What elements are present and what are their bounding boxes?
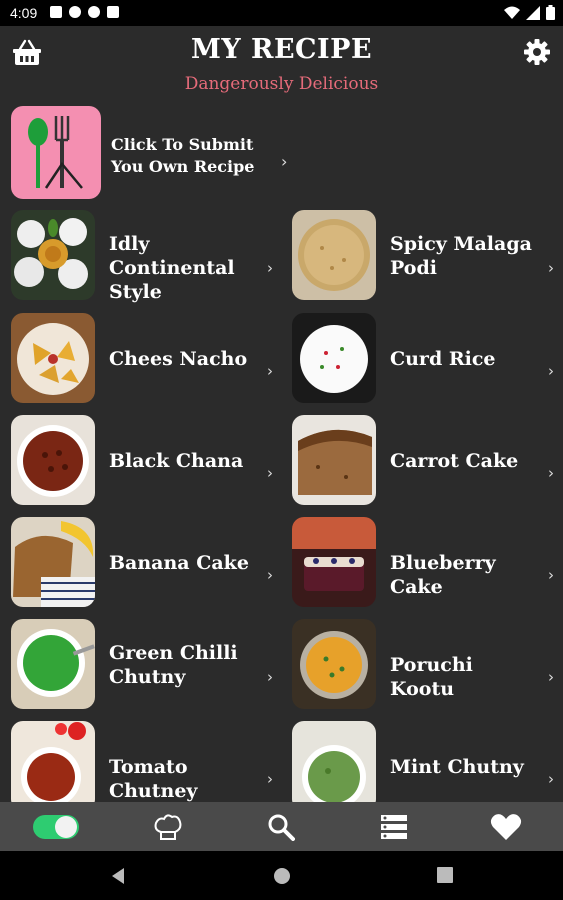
chevron-right-icon: › bbox=[548, 464, 554, 482]
status-bar: 4:09 bbox=[0, 0, 563, 26]
notification-icon bbox=[88, 6, 100, 18]
submit-recipe-button[interactable]: Click To Submit You Own Recipe › bbox=[11, 106, 291, 200]
chevron-right-icon: › bbox=[548, 259, 554, 277]
chevron-right-icon: › bbox=[267, 362, 273, 380]
chevron-right-icon: › bbox=[267, 566, 273, 584]
recipe-label: Mint Chutny bbox=[390, 756, 524, 778]
recipe-image-black-chana bbox=[11, 415, 95, 505]
recipe-label: Carrot Cake bbox=[390, 450, 519, 472]
recipe-label: Blueberry Cake bbox=[390, 552, 496, 598]
recipe-image-blueberry-cake bbox=[292, 517, 376, 607]
recipe-card-malaga-podi[interactable]: Spicy Malaga Podi › bbox=[292, 210, 562, 302]
recipe-image-mint-chutny bbox=[292, 721, 376, 802]
chevron-right-icon: › bbox=[267, 259, 273, 277]
chevron-right-icon: › bbox=[267, 770, 273, 788]
recipe-image-idly bbox=[11, 210, 95, 300]
recipe-card-carrot-cake[interactable]: Carrot Cake › bbox=[292, 415, 562, 507]
signal-icon bbox=[526, 5, 540, 20]
recents-icon[interactable] bbox=[437, 867, 453, 883]
nav-chef[interactable] bbox=[148, 810, 188, 844]
recipe-image-poruchi-kootu bbox=[292, 619, 376, 709]
chevron-right-icon: › bbox=[267, 464, 273, 482]
chevron-right-icon: › bbox=[548, 566, 554, 584]
recipe-card-mint-chutny[interactable]: Mint Chutny › bbox=[292, 721, 562, 802]
app-header: MY RECIPE Dangerously Delicious bbox=[0, 26, 563, 101]
search-icon[interactable] bbox=[267, 813, 295, 841]
recipe-image-curd-rice bbox=[292, 313, 376, 403]
page-title: MY RECIPE bbox=[190, 34, 373, 65]
recipe-card-idly[interactable]: Idly Continental Style › bbox=[11, 210, 281, 303]
recipe-card-black-chana[interactable]: Black Chana › bbox=[11, 415, 281, 507]
nav-list[interactable] bbox=[374, 810, 414, 844]
recipe-image-carrot-cake bbox=[292, 415, 376, 505]
gear-icon[interactable] bbox=[523, 38, 551, 66]
recipe-label: Curd Rice bbox=[390, 348, 496, 370]
recipe-label: Green Chilli Chutny bbox=[109, 642, 238, 688]
recipe-image-malaga-podi bbox=[292, 210, 376, 300]
list-icon[interactable] bbox=[380, 813, 408, 841]
notification-icon bbox=[69, 6, 81, 18]
wifi-icon bbox=[504, 6, 520, 19]
heart-icon[interactable] bbox=[490, 813, 522, 841]
sd-card-icon bbox=[107, 6, 119, 18]
recipe-card-blueberry-cake[interactable]: Blueberry Cake › bbox=[292, 517, 562, 609]
recipe-label: Spicy Malaga Podi bbox=[390, 233, 532, 279]
recipe-label: Idly Continental Style bbox=[109, 233, 235, 303]
notification-icon bbox=[50, 6, 62, 18]
recipe-card-green-chutny[interactable]: Green Chilli Chutny › bbox=[11, 619, 281, 711]
recipe-image-green-chutny bbox=[11, 619, 95, 709]
recipe-label: Banana Cake bbox=[109, 552, 249, 574]
toggle-switch[interactable] bbox=[33, 810, 81, 844]
notification-icons bbox=[50, 6, 119, 18]
submit-recipe-label: Click To Submit You Own Recipe bbox=[111, 135, 255, 176]
nav-search[interactable] bbox=[261, 810, 301, 844]
battery-icon bbox=[546, 5, 555, 20]
system-nav-bar bbox=[0, 851, 563, 900]
bottom-nav bbox=[0, 802, 563, 851]
chevron-right-icon: › bbox=[267, 668, 273, 686]
home-icon[interactable] bbox=[273, 867, 291, 885]
chevron-right-icon: › bbox=[548, 770, 554, 788]
recipe-card-banana-cake[interactable]: Banana Cake › bbox=[11, 517, 281, 609]
recipe-image-banana-cake bbox=[11, 517, 95, 607]
back-icon[interactable] bbox=[110, 867, 126, 885]
submit-recipe-image bbox=[11, 106, 101, 199]
status-time: 4:09 bbox=[10, 5, 38, 21]
system-icons bbox=[504, 5, 555, 20]
chevron-right-icon: › bbox=[281, 152, 288, 171]
chevron-right-icon: › bbox=[548, 362, 554, 380]
recipe-label: Poruchi Kootu bbox=[390, 654, 473, 700]
page-subtitle: Dangerously Delicious bbox=[184, 74, 379, 94]
nav-favorites[interactable] bbox=[486, 810, 526, 844]
recipe-image-tomato-chutney bbox=[11, 721, 95, 802]
toggle-icon[interactable] bbox=[33, 813, 81, 841]
recipe-card-nacho[interactable]: Chees Nacho › bbox=[11, 313, 281, 405]
recipe-label: Chees Nacho bbox=[109, 348, 248, 370]
recipe-card-poruchi-kootu[interactable]: Poruchi Kootu › bbox=[292, 619, 562, 711]
chevron-right-icon: › bbox=[548, 668, 554, 686]
chef-hat-icon[interactable] bbox=[153, 812, 183, 842]
app-screen: MY RECIPE Dangerously Delicious Click To… bbox=[0, 26, 563, 802]
recipe-card-curd-rice[interactable]: Curd Rice › bbox=[292, 313, 562, 405]
recipe-label: Black Chana bbox=[109, 450, 244, 472]
recipe-label: Tomato Chutney bbox=[109, 756, 198, 802]
recipe-image-nacho bbox=[11, 313, 95, 403]
spoon-fork-icon bbox=[28, 116, 83, 189]
recipe-card-tomato-chutney[interactable]: Tomato Chutney › bbox=[11, 721, 281, 802]
